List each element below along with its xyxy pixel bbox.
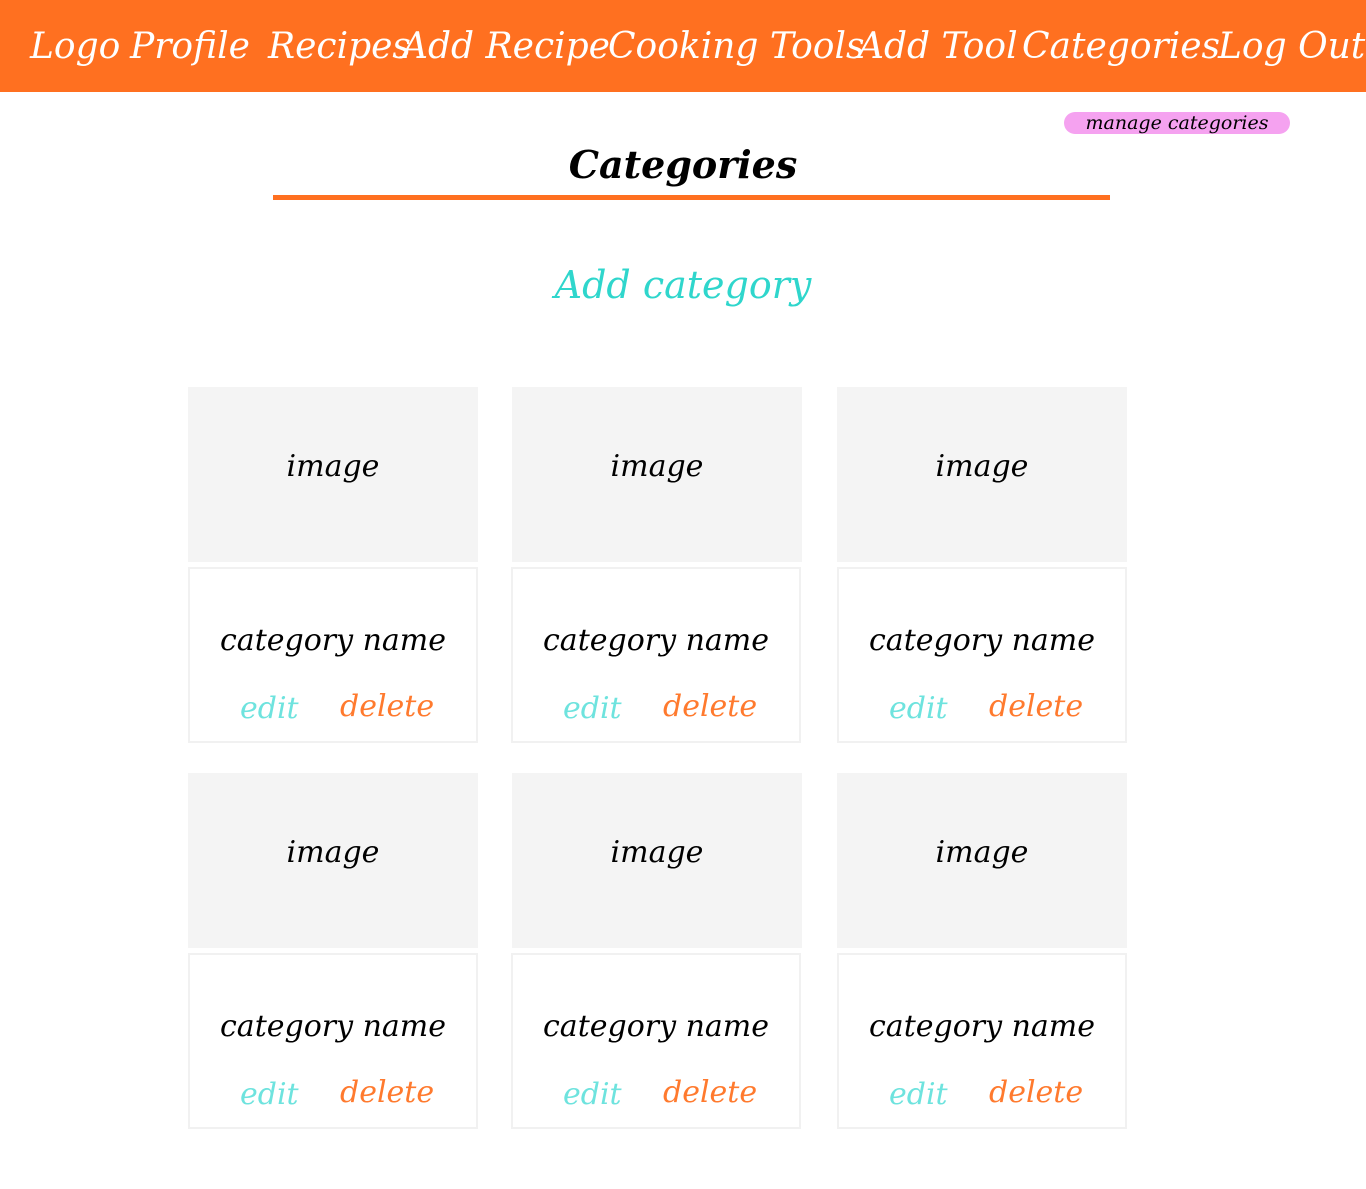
category-name: category name: [869, 623, 1095, 658]
nav-add-tool[interactable]: Add Tool: [858, 24, 1018, 70]
edit-link[interactable]: edit: [240, 1075, 299, 1115]
delete-link[interactable]: delete: [340, 687, 434, 727]
image-label: image: [286, 835, 380, 870]
category-image-placeholder: image: [188, 773, 478, 948]
nav-log-out[interactable]: Log Out: [1218, 24, 1365, 70]
category-card-body: category name edit delete: [511, 567, 801, 743]
image-label: image: [935, 835, 1029, 870]
category-image-placeholder: image: [188, 387, 478, 562]
image-label: image: [610, 449, 704, 484]
image-label: image: [610, 835, 704, 870]
nav-logo[interactable]: Logo: [30, 24, 120, 70]
delete-link[interactable]: delete: [989, 687, 1083, 727]
category-card-body: category name edit delete: [511, 953, 801, 1129]
manage-categories-link[interactable]: manage categories: [1064, 112, 1290, 134]
category-image-placeholder: image: [512, 387, 802, 562]
category-name: category name: [220, 623, 446, 658]
category-image-placeholder: image: [837, 387, 1127, 562]
category-name: category name: [869, 1009, 1095, 1044]
category-card-body: category name edit delete: [837, 953, 1127, 1129]
category-card-body: category name edit delete: [188, 567, 478, 743]
category-image-placeholder: image: [512, 773, 802, 948]
category-name: category name: [543, 1009, 769, 1044]
nav-cooking-tools[interactable]: Cooking Tools: [608, 24, 864, 70]
image-label: image: [935, 449, 1029, 484]
delete-link[interactable]: delete: [989, 1073, 1083, 1113]
edit-link[interactable]: edit: [240, 689, 299, 729]
category-name: category name: [220, 1009, 446, 1044]
edit-link[interactable]: edit: [563, 689, 622, 729]
delete-link[interactable]: delete: [340, 1073, 434, 1113]
add-category-link[interactable]: Add category: [0, 258, 1366, 312]
edit-link[interactable]: edit: [889, 689, 948, 729]
delete-link[interactable]: delete: [663, 687, 757, 727]
edit-link[interactable]: edit: [563, 1075, 622, 1115]
nav-recipes[interactable]: Recipes: [268, 24, 411, 70]
category-image-placeholder: image: [837, 773, 1127, 948]
page-title: Categories: [568, 142, 798, 187]
nav-profile[interactable]: Profile: [130, 24, 250, 70]
image-label: image: [286, 449, 380, 484]
category-name: category name: [543, 623, 769, 658]
nav-categories[interactable]: Categories: [1022, 24, 1220, 70]
title-underline: [273, 195, 1110, 200]
category-card-body: category name edit delete: [188, 953, 478, 1129]
nav-add-recipe[interactable]: Add Recipe: [402, 24, 610, 70]
edit-link[interactable]: edit: [889, 1075, 948, 1115]
top-navbar: Logo Profile Recipes Add Recipe Cooking …: [0, 0, 1366, 92]
delete-link[interactable]: delete: [663, 1073, 757, 1113]
category-card-body: category name edit delete: [837, 567, 1127, 743]
